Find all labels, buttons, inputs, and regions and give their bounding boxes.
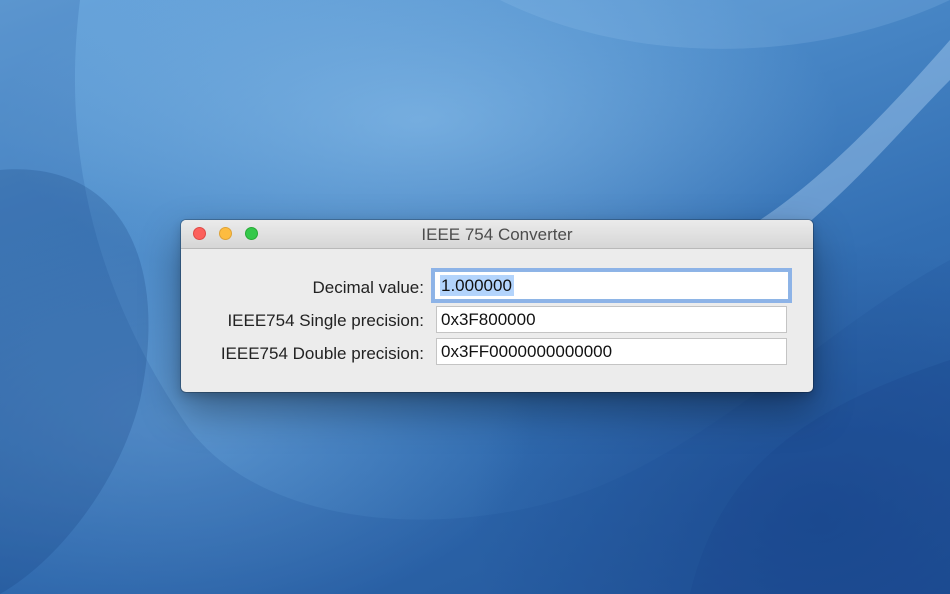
single-precision-label: IEEE754 Single precision:	[227, 311, 424, 330]
double-precision-label: IEEE754 Double precision:	[220, 344, 424, 363]
decimal-value-label: Decimal value:	[312, 278, 425, 297]
converter-window: IEEE 754 Converter Decimal value: 1.0000…	[181, 220, 813, 392]
decimal-value-text: 1.000000	[440, 275, 514, 296]
window-titlebar[interactable]: IEEE 754 Converter	[181, 220, 813, 249]
double-precision-input[interactable]: 0x3FF0000000000000	[436, 338, 787, 365]
desktop-background: IEEE 754 Converter Decimal value: 1.0000…	[0, 0, 950, 594]
decimal-value-input[interactable]: 1.000000	[434, 271, 789, 300]
single-precision-input[interactable]: 0x3F800000	[436, 306, 787, 333]
window-title: IEEE 754 Converter	[421, 225, 573, 244]
